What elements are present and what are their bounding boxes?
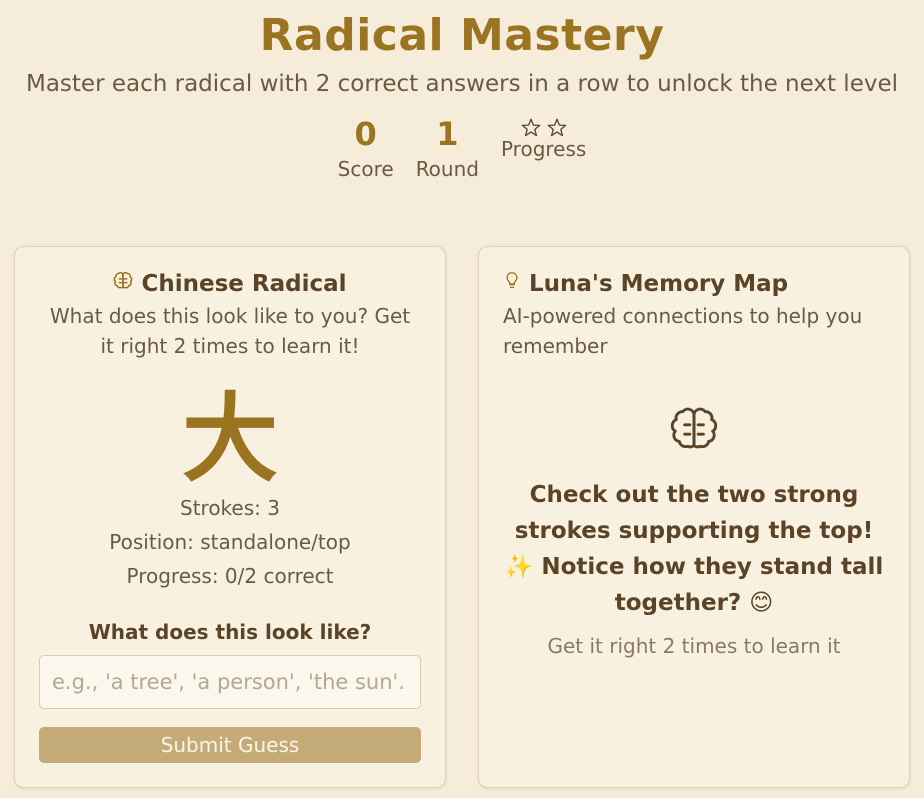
radical-position: Position: standalone/top (109, 530, 351, 554)
progress-stat: Progress (501, 114, 586, 162)
stats-bar: 0 Score 1 Round Progress (0, 114, 924, 182)
page-subtitle: Master each radical with 2 correct answe… (25, 71, 898, 97)
memory-message: Check out the two strong strokes support… (504, 482, 884, 616)
submit-guess-button[interactable]: Submit Guess (39, 727, 421, 763)
guess-question: What does this look like? (88, 620, 372, 644)
radical-card-title: Chinese Radical (141, 271, 347, 297)
radical-card: Chinese Radical What does this look like… (14, 246, 446, 788)
radical-strokes: Strokes: 3 (180, 496, 280, 520)
star-outline-icon (547, 118, 567, 137)
lightbulb-icon (503, 269, 521, 299)
guess-input[interactable] (39, 655, 421, 709)
brain-icon (669, 405, 719, 459)
page-header: Radical Mastery Master each radical with… (0, 0, 924, 182)
progress-label: Progress (500, 137, 587, 161)
memory-card-description: AI-powered connections to help you remem… (503, 304, 863, 358)
memory-brain (479, 405, 909, 459)
round-stat: 1 Round (416, 114, 479, 182)
memory-card-title: Luna's Memory Map (529, 271, 789, 297)
memory-card-header: Luna's Memory Map (479, 269, 909, 299)
radical-character: 大 (182, 383, 278, 495)
round-value: 1 (436, 115, 459, 153)
radical-card-description: What does this look like to you? Get it … (49, 304, 411, 358)
star-outline-icon (521, 118, 541, 137)
score-value: 0 (354, 115, 377, 153)
brain-icon (113, 269, 133, 299)
radical-card-header: Chinese Radical (15, 269, 445, 299)
score-label: Score (337, 157, 394, 181)
page-title: Radical Mastery (259, 10, 665, 61)
score-stat: 0 Score (338, 114, 394, 182)
memory-map-card: Luna's Memory Map AI-powered connections… (478, 246, 910, 788)
memory-hint: Get it right 2 times to learn it (547, 634, 841, 658)
round-label: Round (415, 157, 479, 181)
radical-progress: Progress: 0/2 correct (126, 564, 334, 588)
radical-details: Strokes: 3 Position: standalone/top Prog… (15, 491, 445, 593)
